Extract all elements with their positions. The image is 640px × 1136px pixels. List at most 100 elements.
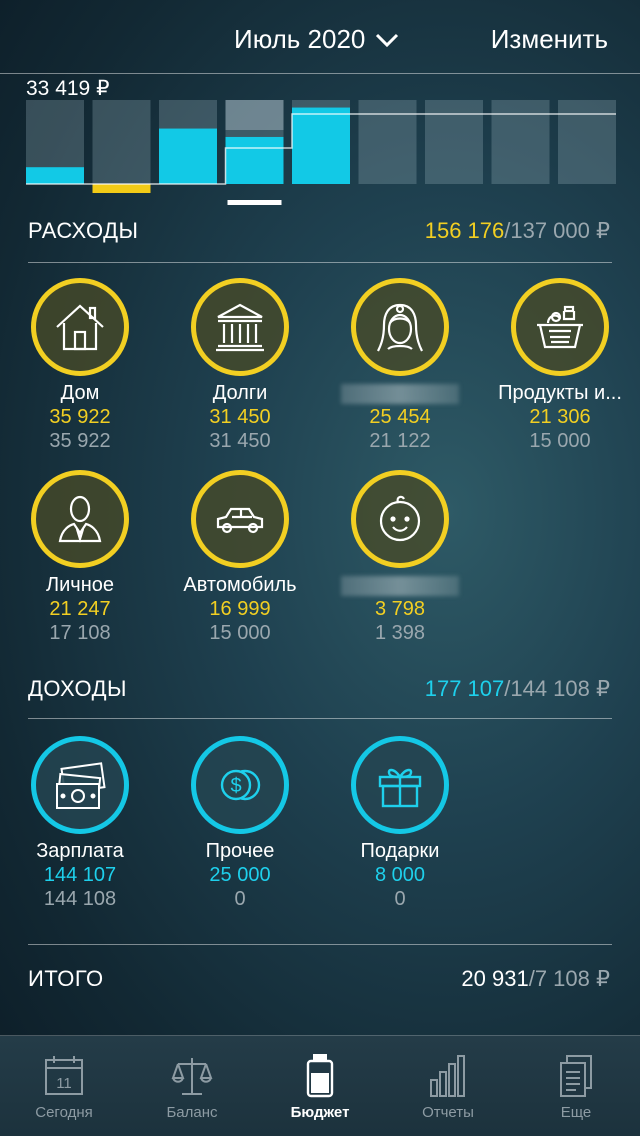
category-actual: 16 999 — [209, 598, 271, 620]
gift-icon — [378, 768, 422, 808]
tab-more[interactable]: Еще — [512, 1046, 640, 1121]
category-planned: 31 450 — [209, 430, 271, 452]
total-actual: 20 931 — [461, 966, 529, 991]
category-name: Автомобиль — [183, 574, 297, 596]
calendar-day: 11 — [56, 1075, 72, 1092]
category-circle: $ — [191, 736, 289, 834]
category-wedding[interactable]: 25 454 21 122 — [320, 278, 480, 454]
tab-label: Еще — [560, 1104, 592, 1121]
svg-text:$: $ — [230, 775, 241, 797]
category-planned: 0 — [234, 888, 246, 910]
category-debts[interactable]: Долги 31 450 31 450 — [160, 278, 320, 454]
category-actual: 8 000 — [374, 864, 426, 886]
expenses-planned: /137 000 ₽ — [504, 218, 610, 243]
tab-balance[interactable]: Баланс — [128, 1046, 256, 1121]
edit-button[interactable]: Изменить — [491, 24, 608, 55]
tab-bar: 11 Сегодня Баланс Бюджет Отчеты Еще — [0, 1036, 640, 1136]
tab-today[interactable]: 11 Сегодня — [0, 1046, 128, 1121]
chart-bar-selected-overlay — [225, 100, 284, 130]
blurred-name — [341, 384, 459, 404]
month-label: Июль 2020 — [234, 24, 366, 54]
header: Июль 2020 Изменить — [0, 0, 640, 74]
chart-bar — [26, 167, 84, 184]
income-total: 177 107/144 108 ₽ — [425, 676, 610, 702]
category-actual: 21 247 — [49, 598, 111, 620]
jar-icon — [306, 1054, 334, 1098]
chevron-down-icon — [376, 33, 399, 47]
total-planned: /7 108 ₽ — [528, 966, 610, 991]
category-personal[interactable]: Личное 21 247 17 108 — [0, 470, 160, 646]
expenses-title: РАСХОДЫ — [28, 218, 139, 243]
category-circle — [31, 470, 129, 568]
category-planned: 21 122 — [369, 430, 431, 452]
category-actual: 21 306 — [529, 406, 591, 428]
category-planned: 1 398 — [374, 622, 426, 644]
baby-icon — [379, 495, 421, 542]
category-actual: 31 450 — [209, 406, 271, 428]
category-salary[interactable]: Зарплата 144 107 144 108 — [0, 736, 160, 912]
tab-label: Баланс — [166, 1104, 218, 1121]
category-home[interactable]: Дом 35 922 35 922 — [0, 278, 160, 454]
bar-chart-icon — [430, 1055, 465, 1097]
chart-bar — [92, 184, 151, 193]
income-actual: 177 107 — [424, 676, 505, 701]
divider — [0, 73, 640, 74]
chart-bar-track — [491, 100, 550, 184]
category-name: Подарки — [360, 840, 440, 862]
car-icon — [216, 507, 264, 534]
category-planned: 17 108 — [49, 622, 111, 644]
category-name: Зарплата — [36, 840, 124, 862]
month-selector[interactable]: Июль 2020 — [234, 24, 399, 55]
tab-label: Бюджет — [290, 1104, 350, 1121]
category-circle — [31, 736, 129, 834]
category-planned: 0 — [394, 888, 406, 910]
category-actual: 25 454 — [369, 406, 431, 428]
coins-icon: $ — [220, 769, 261, 801]
category-circle — [191, 278, 289, 376]
category-name: Долги — [212, 382, 268, 404]
category-planned: 15 000 — [529, 430, 591, 452]
category-name: Продукты и... — [498, 382, 622, 404]
category-name: Дом — [60, 382, 100, 404]
category-planned: 15 000 — [209, 622, 271, 644]
category-actual: 25 000 — [209, 864, 271, 886]
monthly-balance-chart[interactable] — [0, 98, 640, 208]
chart-bar-track — [92, 100, 151, 184]
category-planned: 144 108 — [43, 888, 117, 910]
person-icon — [58, 495, 102, 543]
category-groceries[interactable]: Продукты и... 21 306 15 000 — [480, 278, 640, 454]
chart-bar — [225, 136, 284, 184]
divider — [28, 944, 612, 945]
category-actual: 35 922 — [49, 406, 111, 428]
divider — [28, 718, 612, 719]
tab-reports[interactable]: Отчеты — [384, 1046, 512, 1121]
category-actual: 3 798 — [374, 598, 426, 620]
category-name-hidden — [320, 574, 480, 598]
chart-bar-track — [425, 100, 483, 184]
divider — [28, 262, 612, 263]
tab-label: Отчеты — [422, 1104, 474, 1121]
category-circle — [351, 736, 449, 834]
income-title: ДОХОДЫ — [28, 676, 127, 701]
category-circle — [511, 278, 609, 376]
category-gifts[interactable]: Подарки 8 000 0 — [320, 736, 480, 912]
category-actual: 144 107 — [43, 864, 117, 886]
tab-label: Сегодня — [35, 1104, 93, 1121]
calendar-icon: 11 — [45, 1056, 83, 1095]
total-value: 20 931/7 108 ₽ — [461, 966, 610, 992]
chart-bar — [292, 107, 350, 184]
category-name: Личное — [45, 574, 114, 596]
category-circle — [31, 278, 129, 376]
category-circle — [351, 470, 449, 568]
tab-budget[interactable]: Бюджет — [256, 1046, 384, 1121]
documents-icon — [560, 1055, 592, 1097]
grocery-basket-icon — [537, 305, 583, 349]
category-other[interactable]: $ Прочее 25 000 0 — [160, 736, 320, 912]
chart-bar-track — [558, 100, 616, 184]
category-baby[interactable]: 3 798 1 398 — [320, 470, 480, 646]
bank-icon — [216, 303, 264, 352]
blurred-name — [341, 576, 459, 596]
category-circle — [191, 470, 289, 568]
category-car[interactable]: Автомобиль 16 999 15 000 — [160, 470, 320, 646]
expenses-total: 156 176/137 000 ₽ — [425, 218, 610, 244]
